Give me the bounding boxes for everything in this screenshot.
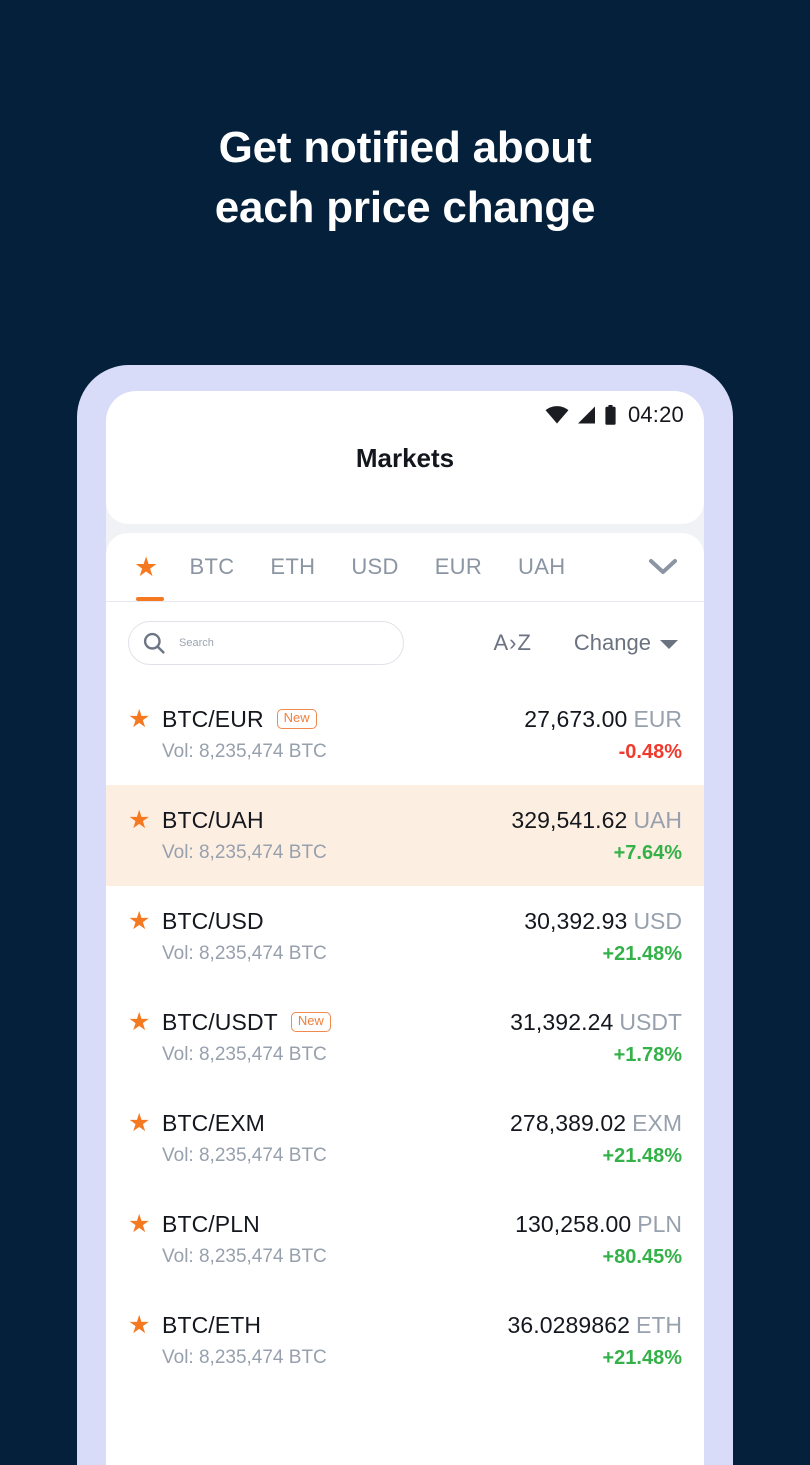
tab-eth[interactable]: ETH [252, 533, 333, 601]
pair-name: BTC/UAH [162, 806, 264, 833]
row-secondary-line: Vol: 8,235,474 BTC +21.48% [128, 1145, 682, 1168]
pair-name: BTC/USD [162, 907, 264, 934]
price-currency: ETH [636, 1311, 682, 1338]
sidebar-item-favorites[interactable]: ★ [128, 533, 172, 601]
row-primary-line: ★ BTC/EUR New 27,673.00 EUR [128, 706, 682, 733]
price-currency: EXM [632, 1109, 682, 1136]
row-primary-line: ★ BTC/USDT New 31,392.24 USDT [128, 1009, 682, 1036]
page-title: Markets [355, 443, 455, 473]
volume-label: Vol: 8,235,474 BTC [162, 1246, 327, 1267]
row-secondary-line: Vol: 8,235,474 BTC +21.48% [128, 943, 682, 966]
status-bar: 04:20 [545, 391, 704, 439]
row-secondary-line: Vol: 8,235,474 BTC +80.45% [128, 1246, 682, 1269]
row-secondary-line: Vol: 8,235,474 BTC -0.48% [128, 741, 682, 764]
sort-alphabetical-button[interactable]: A›Z [493, 630, 531, 656]
volume-label: Vol: 8,235,474 BTC [162, 1044, 327, 1065]
caret-down-icon [660, 640, 678, 649]
volume-label: Vol: 8,235,474 BTC [162, 741, 327, 762]
volume-label: Vol: 8,235,474 BTC [162, 943, 327, 964]
price-value: 31,392.24 [510, 1008, 614, 1035]
table-row[interactable]: ★ BTC/EUR New 27,673.00 EUR Vol: 8,235,4… [106, 684, 704, 785]
cellular-signal-icon [577, 406, 596, 424]
table-row[interactable]: ★ BTC/ETH 36.0289862 ETH Vol: 8,235,474 … [106, 1290, 704, 1391]
status-badge: New [290, 1012, 331, 1032]
row-primary-line: ★ BTC/UAH 329,541.62 UAH [128, 807, 682, 834]
price-value: 27,673.00 [524, 705, 628, 732]
tab-uah[interactable]: UAH [500, 533, 583, 601]
table-row[interactable]: ★ BTC/USDT New 31,392.24 USDT Vol: 8,235… [106, 987, 704, 1088]
headline-line-2: each price change [214, 183, 596, 232]
tab-btc[interactable]: BTC [172, 533, 253, 601]
change-percent: +21.48% [602, 1144, 682, 1167]
change-percent: -0.48% [618, 740, 682, 763]
favorite-star-icon[interactable]: ★ [128, 1312, 162, 1338]
search-box[interactable] [128, 621, 404, 665]
price-value: 130,258.00 [515, 1210, 632, 1237]
price-currency: USD [633, 907, 682, 934]
change-percent: +80.45% [602, 1245, 682, 1268]
row-secondary-line: Vol: 8,235,474 BTC +7.64% [128, 842, 682, 865]
sort-change-label: Change [573, 630, 651, 655]
pair-name: BTC/EXM [162, 1109, 265, 1136]
tab-usd[interactable]: USD [333, 533, 416, 601]
phone-mockup-frame: 04:20 Markets ★ BTC ETH USD EUR UAH Sear… [77, 365, 733, 1465]
change-percent: +7.64% [613, 841, 682, 864]
table-row[interactable]: ★ BTC/EXM 278,389.02 EXM Vol: 8,235,474 … [106, 1088, 704, 1189]
table-row[interactable]: ★ BTC/UAH 329,541.62 UAH Vol: 8,235,474 … [106, 785, 704, 886]
price-value: 329,541.62 [511, 806, 628, 833]
pair-name: BTC/PLN [162, 1210, 260, 1237]
battery-icon [604, 405, 617, 425]
status-bar-time: 04:20 [627, 402, 684, 427]
row-primary-line: ★ BTC/EXM 278,389.02 EXM [128, 1110, 682, 1137]
volume-label: Vol: 8,235,474 BTC [162, 842, 327, 863]
pair-name: BTC/ETH [162, 1311, 262, 1338]
price-value: 36.0289862 [507, 1311, 630, 1338]
headline-line-1: Get notified about [218, 123, 592, 172]
favorite-star-icon[interactable]: ★ [128, 807, 162, 833]
sort-change-button[interactable]: Change [574, 630, 682, 656]
table-row[interactable]: ★ BTC/PLN 130,258.00 PLN Vol: 8,235,474 … [106, 1189, 704, 1290]
favorite-star-icon[interactable]: ★ [128, 706, 162, 732]
markets-list: ★ BTC/EUR New 27,673.00 EUR Vol: 8,235,4… [106, 684, 704, 1391]
favorite-star-icon[interactable]: ★ [128, 908, 162, 934]
chevron-down-icon[interactable] [638, 558, 696, 576]
promo-headline: Get notified about each price change [0, 118, 810, 238]
price-currency: PLN [637, 1210, 682, 1237]
favorite-star-icon[interactable]: ★ [128, 1211, 162, 1237]
price-value: 278,389.02 [510, 1109, 627, 1136]
currency-tab-bar: ★ BTC ETH USD EUR UAH [106, 533, 704, 602]
price-value: 30,392.93 [524, 907, 628, 934]
search-and-sort-row: A›Z Change [106, 602, 704, 684]
search-input[interactable] [177, 636, 371, 650]
favorite-star-icon[interactable]: ★ [128, 1110, 162, 1136]
row-primary-line: ★ BTC/PLN 130,258.00 PLN [128, 1211, 682, 1238]
phone-screen: 04:20 Markets ★ BTC ETH USD EUR UAH Sear… [106, 391, 704, 1465]
volume-label: Vol: 8,235,474 BTC [162, 1347, 327, 1368]
markets-content-card: ★ BTC ETH USD EUR UAH Search A›Z Change … [106, 533, 704, 1465]
favorite-star-icon[interactable]: ★ [128, 1009, 162, 1035]
change-percent: +1.78% [613, 1043, 682, 1066]
search-icon [143, 632, 165, 654]
price-currency: USDT [619, 1008, 682, 1035]
row-primary-line: ★ BTC/USD 30,392.93 USD [128, 908, 682, 935]
status-badge: New [276, 709, 317, 729]
price-currency: EUR [633, 705, 682, 732]
change-percent: +21.48% [602, 942, 682, 965]
row-secondary-line: Vol: 8,235,474 BTC +21.48% [128, 1347, 682, 1370]
volume-label: Vol: 8,235,474 BTC [162, 1145, 327, 1166]
row-primary-line: ★ BTC/ETH 36.0289862 ETH [128, 1312, 682, 1339]
price-currency: UAH [633, 806, 682, 833]
tab-eur[interactable]: EUR [417, 533, 500, 601]
change-percent: +21.48% [602, 1346, 682, 1369]
table-row[interactable]: ★ BTC/USD 30,392.93 USD Vol: 8,235,474 B… [106, 886, 704, 987]
pair-name: BTC/USDT [162, 1008, 278, 1035]
appbar-card: 04:20 Markets [106, 391, 704, 524]
row-secondary-line: Vol: 8,235,474 BTC +1.78% [128, 1044, 682, 1067]
wifi-icon [545, 406, 569, 424]
star-icon: ★ [134, 551, 159, 582]
pair-name: BTC/EUR [162, 705, 264, 732]
